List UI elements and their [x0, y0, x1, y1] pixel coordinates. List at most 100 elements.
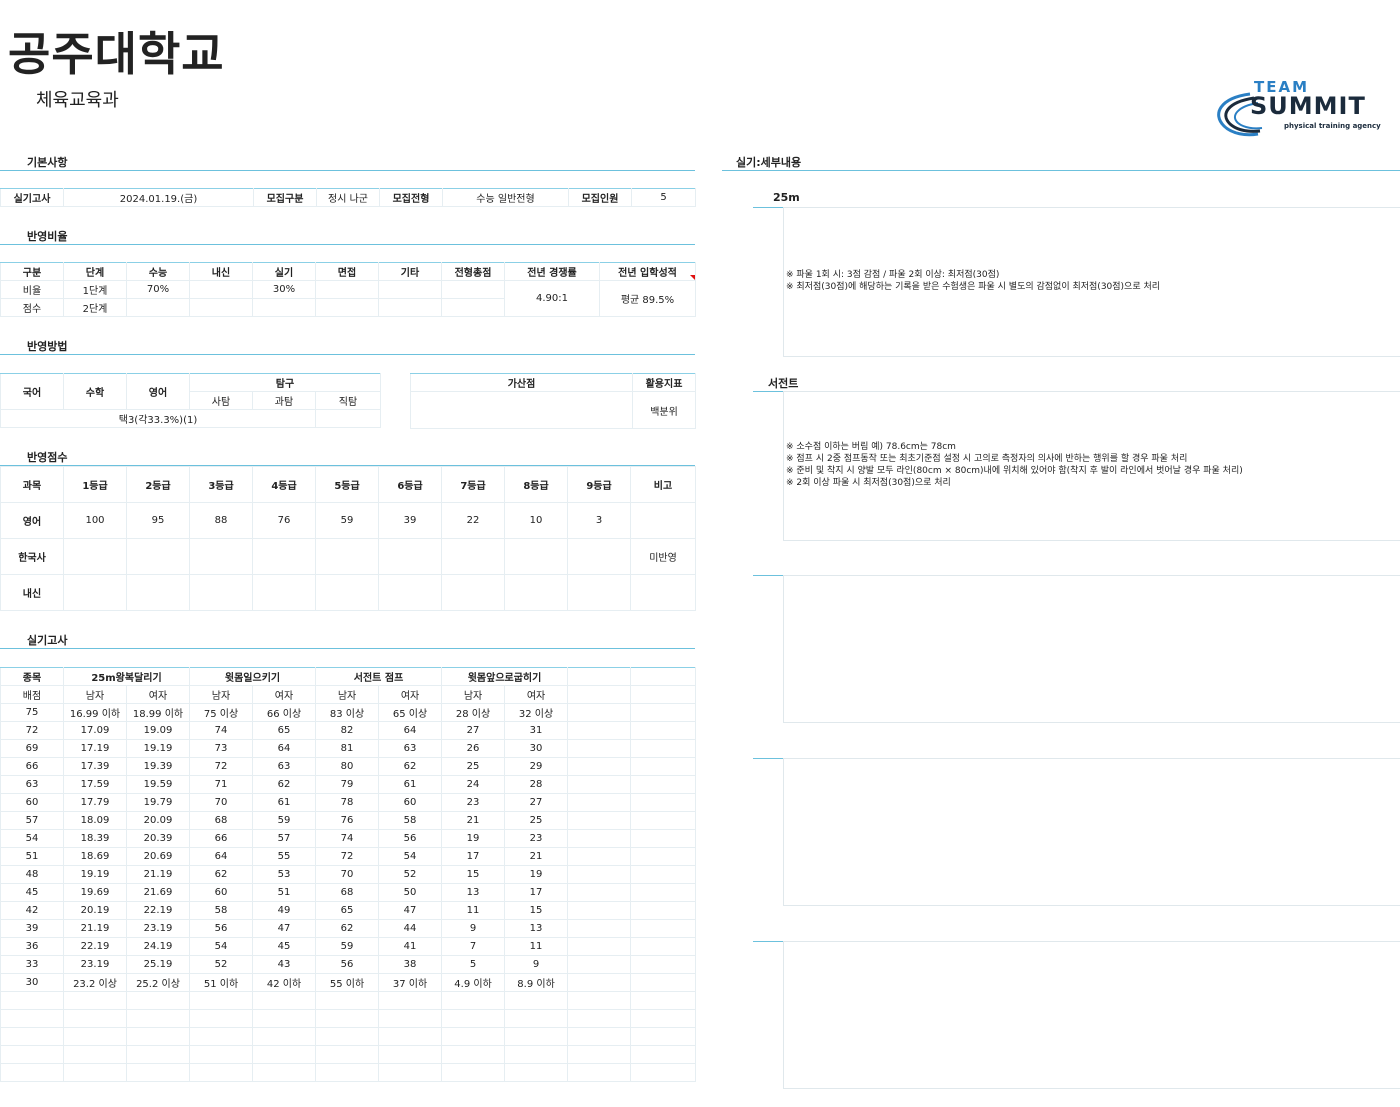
practical-cell: 54 [189, 937, 253, 956]
practical-cell: 79 [315, 775, 380, 794]
basic-table: 실기고사 2024.01.19.(금) 모집구분 정시 나군 모집전형 수능 일… [0, 188, 696, 207]
practical-empty-cell [189, 1027, 253, 1046]
practical-cell: 18.99 이하 [126, 703, 190, 722]
ratio-cell [315, 298, 379, 317]
basic-label-category: 모집구분 [253, 188, 317, 207]
practical-cell [630, 937, 697, 956]
basic-quota-value: 5 [631, 188, 696, 207]
practical-cell: 45 [0, 883, 64, 902]
practical-cell: 38 [378, 955, 443, 974]
ratio-cell: 2단계 [63, 298, 127, 317]
practical-cell: 63 [0, 775, 64, 794]
practical-cell: 15 [441, 865, 506, 884]
practical-cell: 70 [189, 793, 253, 812]
practical-cell: 19 [504, 865, 569, 884]
practical-cell: 54 [378, 847, 443, 866]
score-cell [630, 502, 696, 539]
practical-empty-cell [504, 1045, 569, 1064]
practical-cell: 58 [189, 901, 253, 920]
practical-cell: 76 [315, 811, 380, 830]
score-header: 2등급 [126, 466, 190, 503]
practical-cell: 57 [0, 811, 64, 830]
score-header: 1등급 [63, 466, 127, 503]
practical-empty-cell [0, 1027, 64, 1046]
practical-cell: 26 [441, 739, 506, 758]
practical-cell [630, 829, 697, 848]
detail-25m-note: ※ 파울 1회 시: 3점 감점 / 파울 2회 이상: 최저점(30점) [786, 270, 1000, 280]
method-korean: 국어 [0, 373, 64, 410]
practical-cell: 21 [441, 811, 506, 830]
practical-cell [630, 883, 697, 902]
practical-cell: 5 [441, 955, 506, 974]
practical-row: 63 17.59 19.59 71 62 79 61 24 28 [0, 775, 697, 794]
score-row-english: 영어 100 95 88 76 59 39 22 10 3 [0, 502, 696, 539]
practical-cell: 20.09 [126, 811, 190, 830]
detail-25m-box: ※ 파울 1회 시: 3점 감점 / 파울 2회 이상: 최저점(30점) ※ … [783, 207, 1400, 357]
method-science: 과탐 [252, 391, 316, 410]
practical-cell: 50 [378, 883, 443, 902]
practical-cell: 70 [315, 865, 380, 884]
practical-cell: 47 [251, 919, 317, 938]
practical-cell [567, 721, 632, 740]
practical-event-situp: 윗몸일으키기 [188, 667, 317, 686]
practical-empty-cell [251, 1009, 317, 1028]
practical-cell: 28 이상 [441, 703, 506, 722]
page-title: 공주대학교 [8, 27, 225, 81]
logo-tagline: physical training agency [1284, 122, 1381, 130]
method-math: 수학 [63, 373, 127, 410]
practical-empty-cell [630, 685, 697, 704]
practical-cell [630, 919, 697, 938]
practical-cell: 22.19 [63, 937, 127, 956]
practical-cell: 60 [189, 883, 253, 902]
practical-empty-cell [63, 1063, 127, 1082]
method-english: 영어 [126, 373, 190, 410]
score-cell: 미반영 [630, 538, 696, 575]
practical-cell: 61 [251, 793, 317, 812]
practical-cell: 73 [189, 739, 253, 758]
basic-exam-date: 2024.01.19.(금) [63, 188, 254, 207]
score-row-history: 한국사 미반영 [0, 538, 696, 575]
basic-label-type: 모집전형 [379, 188, 443, 207]
detail-empty-box [783, 575, 1400, 723]
practical-cell: 55 이하 [315, 973, 380, 992]
practical-empty-cell [567, 1009, 632, 1028]
practical-empty-cell [630, 991, 697, 1010]
section-divider [0, 648, 695, 649]
section-basic-title: 기본사항 [27, 156, 68, 169]
practical-sub-header: 여자 [126, 685, 190, 704]
practical-cell: 66 이상 [251, 703, 317, 722]
basic-label-quota: 모집인원 [568, 188, 632, 207]
method-vocational: 직탐 [315, 391, 381, 410]
method-indicator-value: 백분위 [632, 391, 696, 429]
method-bonus: 가산점 [410, 373, 633, 392]
practical-event-25m: 25m왕복달리기 [63, 667, 190, 686]
section-divider [0, 170, 695, 171]
practical-empty-cell [63, 1009, 127, 1028]
practical-empty-cell [630, 1063, 697, 1082]
practical-row: 72 17.09 19.09 74 65 82 64 27 31 [0, 721, 697, 740]
score-cell: 59 [315, 502, 379, 539]
practical-cell: 80 [315, 757, 380, 776]
ratio-cell: 30% [252, 280, 316, 299]
detail-empty-box [783, 941, 1400, 1089]
score-cell [63, 538, 127, 575]
ratio-header: 구분 [0, 262, 64, 281]
practical-empty-cell [567, 1063, 632, 1082]
score-cell: 내신 [0, 574, 64, 611]
score-cell [189, 574, 253, 611]
practical-cell [567, 919, 632, 938]
ratio-cell [189, 298, 253, 317]
practical-cell: 17.39 [63, 757, 127, 776]
practical-cell: 18.09 [63, 811, 127, 830]
practical-event-header: 종목 [0, 667, 64, 686]
practical-cell: 28 [504, 775, 569, 794]
score-header: 5등급 [315, 466, 379, 503]
practical-cell: 60 [0, 793, 64, 812]
practical-cell: 17.19 [63, 739, 127, 758]
practical-row: 69 17.19 19.19 73 64 81 63 26 30 [0, 739, 697, 758]
practical-cell: 19.19 [126, 739, 190, 758]
score-cell: 76 [252, 502, 316, 539]
practical-cell: 9 [504, 955, 569, 974]
practical-empty-cell [0, 1045, 64, 1064]
practical-empty-cell [126, 1045, 190, 1064]
